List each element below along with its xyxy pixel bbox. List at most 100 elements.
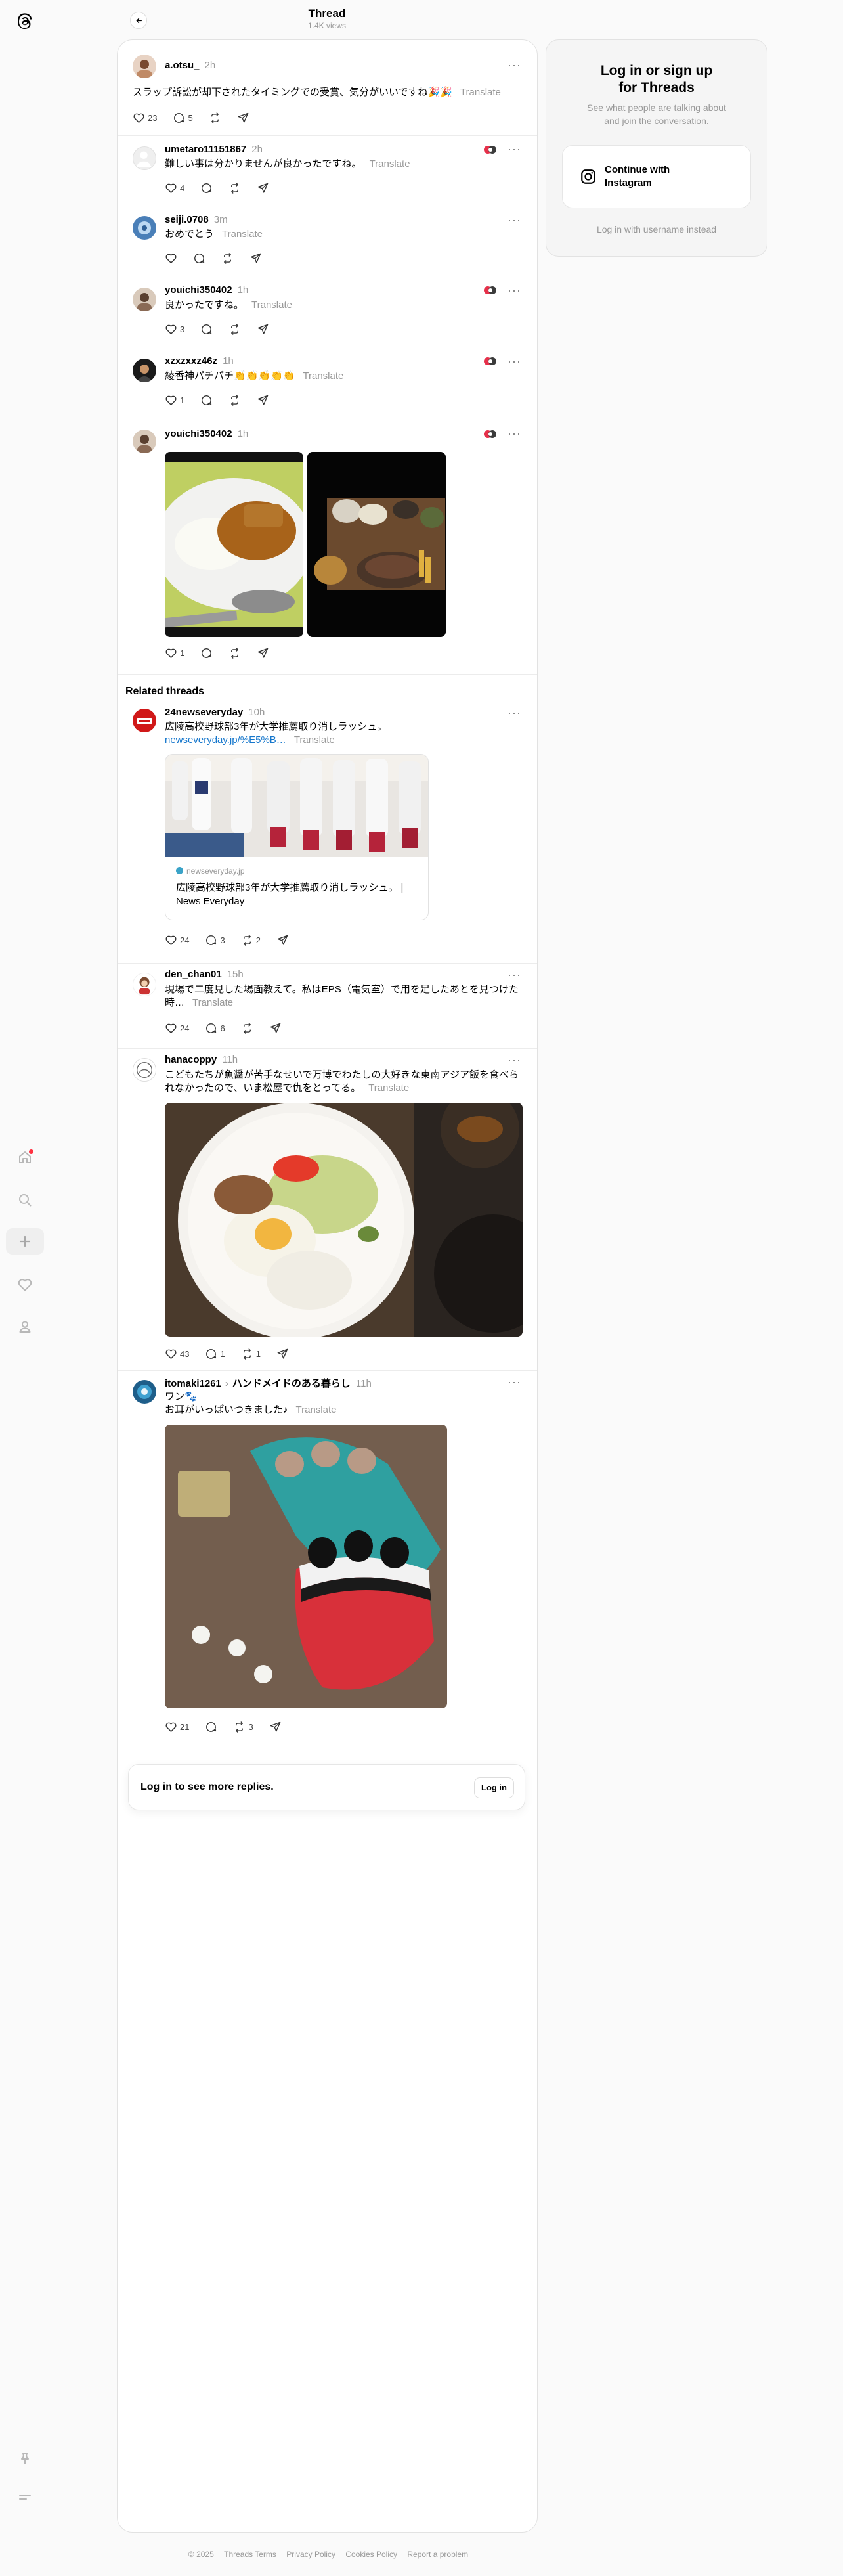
avatar[interactable] (133, 1058, 156, 1082)
post-author[interactable]: umetaro11151867 2h (165, 144, 263, 155)
translate-link[interactable]: Translate (192, 997, 233, 1008)
translate-link[interactable]: Translate (296, 1404, 337, 1415)
repost-button[interactable] (209, 112, 221, 124)
like-button[interactable]: 24 (165, 934, 189, 946)
like-button[interactable]: 3 (165, 323, 184, 336)
profile-icon[interactable] (12, 1314, 38, 1340)
link-preview-card[interactable]: newseveryday.jp 広陵高校野球部3年が大学推薦取り消しラッシュ。 … (165, 754, 429, 920)
like-button[interactable]: 23 (133, 112, 157, 124)
login-button[interactable]: Log in (474, 1777, 514, 1798)
username[interactable]: youichi350402 (165, 428, 232, 439)
reply-button[interactable] (200, 647, 213, 659)
translate-link[interactable]: Translate (303, 370, 343, 382)
avatar[interactable] (133, 359, 156, 382)
username[interactable]: a.otsu_ (165, 60, 200, 71)
topic-tag[interactable]: ハンドメイドのある暮らし (232, 1378, 351, 1389)
repost-button[interactable]: 2 (241, 934, 261, 946)
post-url-link[interactable]: newseveryday.jp/%E5%B… (165, 734, 286, 745)
avatar[interactable] (133, 973, 156, 996)
translate-link[interactable]: Translate (368, 1082, 409, 1094)
repost-button[interactable] (228, 323, 241, 336)
share-button[interactable] (257, 323, 269, 336)
footer-link-privacy[interactable]: Privacy Policy (286, 2550, 335, 2559)
like-button[interactable]: 43 (165, 1348, 189, 1360)
reply-button[interactable] (200, 323, 213, 336)
username-login-link[interactable]: Log in with username instead (546, 224, 767, 234)
steak-set-photo[interactable] (307, 452, 446, 637)
avatar[interactable] (133, 216, 156, 240)
more-options-icon[interactable]: ··· (508, 213, 521, 227)
reply-button[interactable]: 5 (173, 112, 193, 124)
like-button[interactable]: 1 (165, 394, 184, 407)
share-button[interactable] (237, 112, 249, 124)
username[interactable]: youichi350402 (165, 284, 232, 296)
post-author[interactable]: 24newseveryday 10h (165, 707, 265, 718)
reply-button[interactable] (200, 182, 213, 194)
create-icon[interactable] (6, 1228, 44, 1255)
post-author[interactable]: seiji.0708 3m (165, 214, 228, 225)
threads-logo-icon[interactable] (12, 8, 38, 34)
share-button[interactable] (257, 647, 269, 659)
like-button[interactable]: 1 (165, 647, 184, 659)
share-button[interactable] (257, 394, 269, 407)
repost-button[interactable]: 3 (233, 1721, 253, 1733)
post-author[interactable]: youichi350402 1h (165, 284, 248, 296)
like-button[interactable]: 24 (165, 1022, 189, 1034)
post-author[interactable]: itomaki1261 › ハンドメイドのある暮らし 11h (165, 1376, 372, 1390)
footer-link-terms[interactable]: Threads Terms (224, 2550, 276, 2559)
reply-button[interactable] (205, 1721, 217, 1733)
more-options-icon[interactable]: ··· (508, 284, 521, 298)
more-options-icon[interactable]: ··· (508, 1054, 521, 1067)
username[interactable]: xzxzxxz46z (165, 355, 217, 366)
avatar[interactable] (133, 709, 156, 732)
share-button[interactable] (257, 182, 269, 194)
share-button[interactable] (269, 1022, 282, 1034)
username[interactable]: itomaki1261 (165, 1378, 221, 1389)
like-button[interactable] (165, 252, 177, 265)
repost-button[interactable] (241, 1022, 253, 1034)
share-button[interactable] (276, 934, 289, 946)
more-options-icon[interactable]: ··· (508, 143, 521, 156)
search-icon[interactable] (12, 1187, 38, 1213)
translate-link[interactable]: Translate (460, 87, 501, 98)
translate-link[interactable]: Translate (294, 734, 335, 745)
avatar[interactable] (133, 430, 156, 453)
pin-icon[interactable] (12, 2446, 38, 2472)
more-options-icon[interactable]: ··· (508, 355, 521, 368)
more-options-icon[interactable]: ··· (508, 706, 521, 720)
reply-button[interactable]: 6 (205, 1022, 225, 1034)
repost-button[interactable] (221, 252, 234, 265)
avatar[interactable] (133, 288, 156, 311)
username[interactable]: den_chan01 (165, 969, 222, 980)
reply-button[interactable]: 1 (205, 1348, 225, 1360)
crochet-dog-photo[interactable] (165, 1425, 447, 1708)
avatar[interactable] (133, 55, 156, 78)
avatar[interactable] (133, 146, 156, 170)
home-icon[interactable] (12, 1144, 38, 1170)
username[interactable]: umetaro11151867 (165, 144, 246, 155)
post-author[interactable]: a.otsu_ 2h (165, 60, 215, 71)
username[interactable]: 24newseveryday (165, 707, 243, 718)
reply-button[interactable]: 3 (205, 934, 225, 946)
post-author[interactable]: hanacoppy 11h (165, 1054, 238, 1065)
translate-link[interactable]: Translate (222, 229, 263, 240)
curry-plate-photo[interactable] (165, 452, 303, 637)
share-button[interactable] (269, 1721, 282, 1733)
post-author[interactable]: youichi350402 1h (165, 428, 248, 439)
like-button[interactable]: 4 (165, 182, 184, 194)
post-author[interactable]: den_chan01 15h (165, 969, 244, 980)
more-options-icon[interactable]: ··· (508, 58, 521, 72)
more-options-icon[interactable]: ··· (508, 1375, 521, 1389)
more-options-icon[interactable]: ··· (508, 427, 521, 441)
repost-button[interactable]: 1 (241, 1348, 261, 1360)
reply-button[interactable] (193, 252, 205, 265)
avatar[interactable] (133, 1380, 156, 1404)
like-button[interactable]: 21 (165, 1721, 189, 1733)
repost-button[interactable] (228, 394, 241, 407)
more-options-icon[interactable]: ··· (508, 968, 521, 982)
menu-icon[interactable] (12, 2484, 38, 2510)
translate-link[interactable]: Translate (370, 158, 410, 169)
continue-with-instagram-button[interactable]: Continue with Instagram (562, 145, 751, 208)
repost-button[interactable] (228, 182, 241, 194)
meal-photo[interactable] (165, 1103, 523, 1337)
